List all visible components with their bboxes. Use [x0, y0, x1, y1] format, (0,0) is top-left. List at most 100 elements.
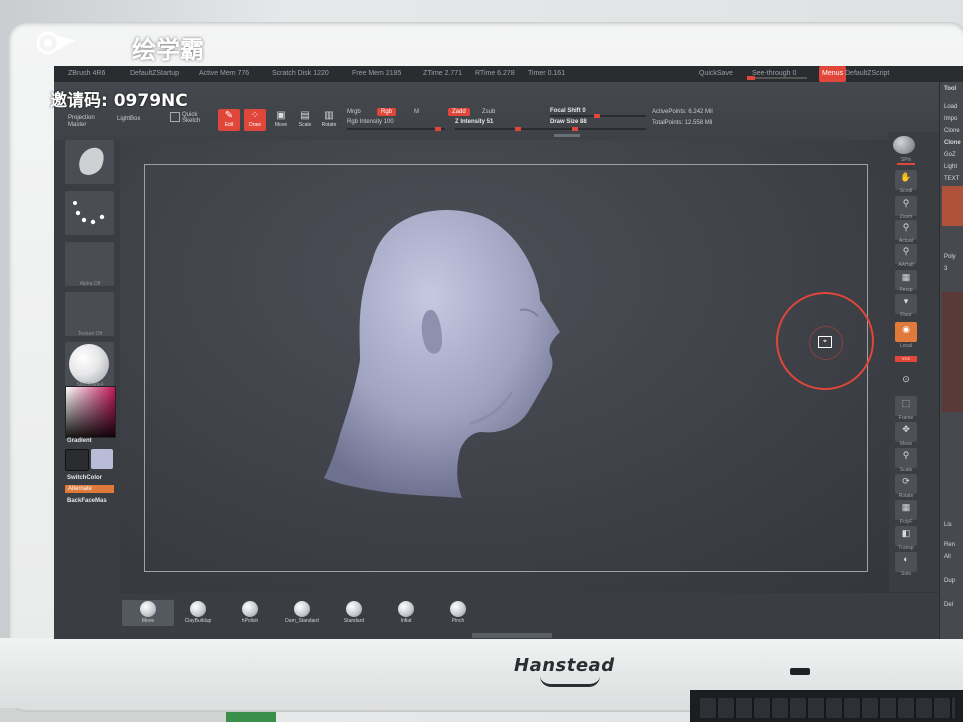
scale-button[interactable]: ▤ Scale: [294, 109, 316, 131]
rotate-view-label: Rotate: [898, 493, 914, 499]
scroll-button[interactable]: ✋: [895, 170, 917, 190]
local-button[interactable]: ◉: [895, 322, 917, 342]
move-view-icon: ✥: [902, 424, 910, 434]
tool-panel: Tool Load Impo Clone Clone GoZ Light TEX…: [939, 82, 963, 639]
move-view-button[interactable]: ✥: [895, 422, 917, 442]
tool-text[interactable]: TEXT: [944, 176, 959, 182]
focal-shift-slider[interactable]: Focal Shift 0: [550, 108, 586, 114]
m-button[interactable]: M: [414, 109, 419, 115]
brush-standard[interactable]: Standard: [328, 600, 380, 626]
floor-button[interactable]: ▾: [895, 294, 917, 314]
brush-standard-icon: [346, 601, 362, 617]
draw-button[interactable]: ⁘ Draw: [244, 109, 266, 131]
focal-shift-track[interactable]: [550, 114, 646, 118]
texture-slot[interactable]: [65, 292, 114, 336]
tool-lightbox[interactable]: Light: [944, 164, 957, 170]
alpha-slot[interactable]: [65, 242, 114, 286]
default-zscript[interactable]: DefaultZScript: [845, 66, 889, 82]
brush-hpolish-icon: [242, 601, 258, 617]
bpr-sphere-icon[interactable]: [893, 136, 915, 154]
edit-button[interactable]: ✎ Edit: [218, 109, 240, 131]
zbrush-screen: ZBrush 4R6 DefaultZStartup Active Mem 77…: [54, 66, 963, 639]
aahalf-label: AAHalf: [898, 262, 914, 268]
zoom-button[interactable]: ⚲: [895, 196, 917, 216]
quick-sketch-button[interactable]: Quick Sketch: [182, 112, 212, 124]
transp-button[interactable]: ◧: [895, 526, 917, 546]
doc-name: DefaultZStartup: [130, 70, 180, 77]
polyf-button[interactable]: ▦: [895, 500, 917, 520]
z-intensity-slider[interactable]: Z Intensity 51: [455, 119, 493, 125]
lightbox-button[interactable]: LightBox: [117, 116, 140, 122]
shelf-scroll-handle[interactable]: [472, 633, 552, 638]
actual-button[interactable]: ⚲: [895, 220, 917, 240]
menus-button[interactable]: Menus: [819, 66, 847, 82]
tool-import[interactable]: Impo: [944, 116, 957, 122]
stroke-slot[interactable]: [65, 191, 114, 235]
actual-icon: ⚲: [902, 222, 910, 232]
local-label: Local: [900, 343, 912, 349]
secondary-color-swatch[interactable]: [91, 449, 113, 469]
xyz-button[interactable]: XYZ: [895, 356, 917, 362]
tool-count: 3: [944, 266, 948, 272]
subtool-list[interactable]: [942, 292, 963, 412]
alternate-button[interactable]: Alternate: [65, 485, 114, 493]
tool-goz[interactable]: GoZ: [944, 152, 956, 158]
brush-dam-standard[interactable]: Dam_Standard: [276, 600, 328, 626]
sym-icon: ⊙: [902, 374, 910, 384]
material-slot[interactable]: [65, 342, 114, 386]
frame-button[interactable]: ⬚: [895, 396, 917, 416]
mrgb-button[interactable]: Mrgb: [347, 109, 361, 115]
zsub-button[interactable]: Zsub: [482, 109, 495, 115]
tool-load[interactable]: Load: [944, 104, 957, 110]
brush-inflat[interactable]: Inflat: [380, 600, 432, 626]
sym-button[interactable]: ⊙: [895, 372, 917, 392]
scale-view-button[interactable]: ⚲: [895, 448, 917, 468]
rtime: RTime 6.278: [475, 70, 515, 77]
z-intensity-track[interactable]: [455, 127, 553, 131]
tool-clone-2[interactable]: Clone: [944, 140, 961, 146]
current-brush-slot[interactable]: [65, 140, 114, 184]
seethrough-slider[interactable]: See-through 0: [752, 66, 796, 82]
tool-list[interactable]: Lis: [944, 522, 952, 528]
tool-duplicate[interactable]: Dup: [944, 578, 955, 584]
brush-move[interactable]: Move: [122, 600, 174, 626]
document-canvas[interactable]: ⌖: [120, 140, 939, 593]
rotate-view-button[interactable]: ⟳: [895, 474, 917, 494]
rgb-intensity-track[interactable]: [347, 127, 445, 131]
rotate-button[interactable]: ▥ Rotate: [318, 109, 340, 131]
draw-size-track[interactable]: [550, 127, 646, 131]
draw-size-slider[interactable]: Draw Size 88: [550, 119, 587, 125]
power-button[interactable]: [790, 668, 810, 675]
projection-master-button[interactable]: Projection Master: [68, 115, 108, 129]
switchcolor-button[interactable]: SwitchColor: [67, 475, 102, 481]
aahalf-button[interactable]: ⚲: [895, 244, 917, 264]
backface-button[interactable]: BackFaceMas: [67, 498, 107, 504]
right-shelf: SPix ✋ Scroll ⚲ Zoom ⚲ Actual ⚲ AAHalf ▦…: [889, 132, 939, 592]
zadd-button[interactable]: Zadd: [448, 108, 470, 116]
move-button[interactable]: ▣ Move: [270, 109, 292, 131]
dynamic-toggle[interactable]: [554, 134, 580, 137]
rgb-button[interactable]: Rgb: [377, 108, 397, 116]
main-color-swatch[interactable]: [65, 449, 89, 471]
seethrough-track[interactable]: [747, 76, 807, 80]
brand-swoosh: [540, 676, 600, 687]
tool-thumbnail[interactable]: [942, 186, 963, 226]
color-picker[interactable]: [65, 386, 116, 438]
brush-hpolish[interactable]: hPolish: [224, 600, 276, 626]
tool-all[interactable]: All: [944, 554, 951, 560]
rgb-intensity-slider[interactable]: Rgb Intensity 100: [347, 119, 394, 125]
scratch-disk: Scratch Disk 1220: [272, 70, 329, 77]
solo-button[interactable]: ◐: [895, 552, 917, 572]
tool-delete[interactable]: Del: [944, 602, 953, 608]
brush-claybuildup[interactable]: ClayBuildup: [172, 600, 224, 626]
tool-rename[interactable]: Ren: [944, 542, 955, 548]
spix-slider[interactable]: [897, 163, 915, 165]
scale-icon: ▤: [300, 110, 310, 121]
draw-icon: ⁘: [250, 110, 260, 121]
brush-dam-standard-icon: [294, 601, 310, 617]
gradient-button[interactable]: Gradient: [67, 438, 92, 444]
move-icon: ▣: [276, 110, 286, 121]
quicksave-button[interactable]: QuickSave: [699, 66, 733, 82]
brush-pinch[interactable]: Pinch: [432, 600, 484, 626]
tool-clone[interactable]: Clone: [944, 128, 960, 134]
